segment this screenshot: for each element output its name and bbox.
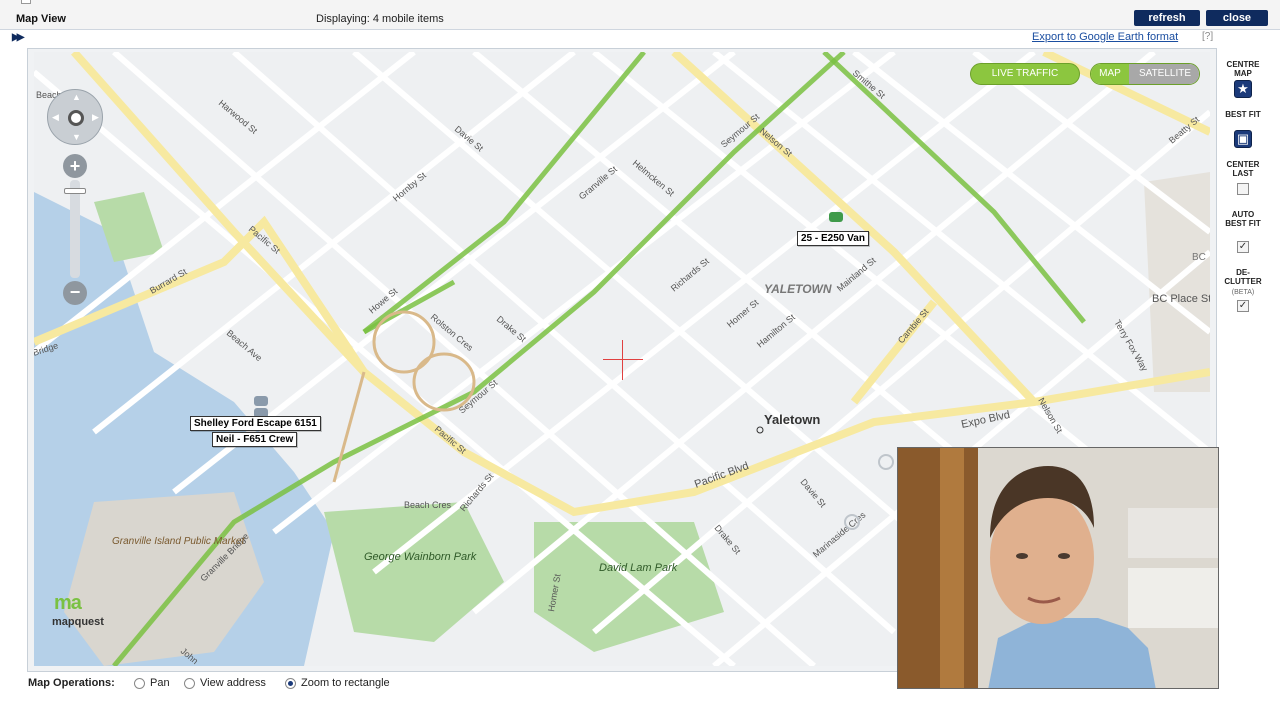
view-address-radio[interactable] — [184, 678, 195, 689]
map-type-satellite-button[interactable]: SATELLITE — [1129, 64, 1199, 84]
close-button[interactable]: close — [1206, 10, 1268, 26]
pan-left-icon[interactable]: ◀ — [52, 112, 59, 123]
displaying-count: Displaying: 4 mobile items — [316, 13, 444, 25]
zoom-to-rectangle-option-label[interactable]: Zoom to rectangle — [301, 677, 390, 689]
center-last-checkbox[interactable] — [1237, 183, 1249, 195]
zoom-slider-track[interactable] — [70, 180, 80, 278]
zoom-out-button[interactable]: − — [63, 281, 87, 305]
best-fit-label: BEST FIT — [1225, 110, 1261, 119]
export-google-earth-link[interactable]: Export to Google Earth format — [1032, 31, 1178, 43]
help-link[interactable]: [?] — [1202, 31, 1213, 42]
area-label: BC — [1192, 252, 1206, 263]
area-label: YALETOWN — [764, 282, 832, 296]
pan-option-label[interactable]: Pan — [150, 677, 170, 689]
vehicle-van-icon[interactable] — [829, 212, 843, 222]
best-fit-icon[interactable]: ▣ — [1234, 130, 1252, 148]
map-type-toggle: MAP SATELLITE — [1090, 63, 1200, 85]
zoom-to-rectangle-radio[interactable] — [285, 678, 296, 689]
mapquest-logo: ma mapquest — [52, 592, 122, 632]
center-last-label: CENTER LAST — [1226, 160, 1260, 178]
map-crosshair-vertical — [622, 340, 623, 380]
webcam-video-frame — [898, 448, 1218, 688]
area-label: Granville Island Public Market — [112, 536, 245, 547]
map-toolbar: ▶▶ Export to Google Earth format [?] — [0, 30, 1280, 50]
area-label: David Lam Park — [599, 562, 678, 574]
pan-compass-control[interactable]: ▲ ▼ ◀ ▶ — [47, 89, 103, 145]
auto-best-fit-checkbox[interactable]: ✓ — [1237, 241, 1249, 253]
view-address-option-label[interactable]: View address — [200, 677, 266, 689]
area-label: George Wainborn Park — [364, 551, 477, 563]
vehicle-label[interactable]: Neil - F651 Crew — [212, 432, 298, 447]
declutter-beta-label: (BETA) — [1231, 289, 1255, 296]
declutter-checkbox[interactable]: ✓ — [1237, 300, 1249, 312]
pan-right-icon[interactable]: ▶ — [92, 112, 99, 123]
area-label: Yaletown — [764, 412, 820, 427]
street-label: Beach Cres — [404, 500, 452, 510]
window-title: Map View — [16, 13, 66, 25]
map-type-map-button[interactable]: MAP — [1091, 64, 1129, 84]
declutter-label: DE-CLUTTER — [1224, 268, 1262, 286]
pan-radio[interactable] — [134, 678, 145, 689]
pan-up-icon[interactable]: ▲ — [72, 92, 81, 102]
star-icon[interactable]: ★ — [1234, 80, 1252, 98]
zoom-slider-thumb[interactable] — [64, 188, 86, 194]
centre-map-label: CENTRE MAP — [1226, 60, 1260, 78]
mapquest-logo-text: mapquest — [52, 616, 104, 628]
pan-down-icon[interactable]: ▼ — [72, 132, 81, 142]
webcam-overlay — [897, 447, 1219, 689]
window-checkbox[interactable] — [21, 0, 31, 4]
refresh-button[interactable]: refresh — [1134, 10, 1200, 26]
map-crosshair-horizontal — [603, 359, 643, 360]
zoom-in-button[interactable]: + — [63, 154, 87, 178]
expand-panel-icon[interactable]: ▶▶ — [12, 32, 25, 43]
vehicle-escape-icon[interactable] — [254, 396, 268, 406]
title-bar: Map View Displaying: 4 mobile items refr… — [0, 0, 1280, 30]
map-view-window: Map View Displaying: 4 mobile items refr… — [0, 0, 1280, 720]
map-operations-label: Map Operations: — [28, 677, 115, 689]
vehicle-label[interactable]: Shelley Ford Escape 6151 — [190, 416, 321, 431]
recenter-icon[interactable] — [68, 110, 84, 126]
area-label: BC Place Stadium — [1152, 293, 1210, 305]
vehicle-label[interactable]: 25 - E250 Van — [797, 231, 869, 246]
live-traffic-toggle[interactable]: LIVE TRAFFIC — [970, 63, 1080, 85]
mapquest-logo-mark: ma — [54, 592, 82, 614]
auto-best-fit-label: AUTO BEST FIT — [1225, 210, 1261, 228]
